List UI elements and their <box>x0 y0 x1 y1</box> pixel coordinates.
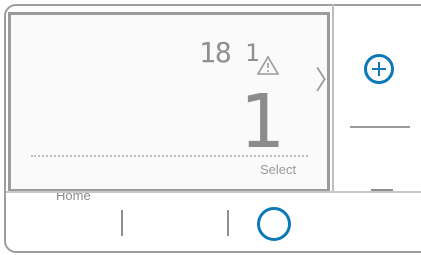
main-digit-display: 1 <box>239 79 284 165</box>
vertical-divider <box>332 4 334 192</box>
circle-icon[interactable] <box>257 207 291 241</box>
warning-icon <box>257 55 279 75</box>
increase-button[interactable] <box>364 54 394 84</box>
bottom-button-middle[interactable] <box>227 210 229 236</box>
select-label: Select <box>260 162 297 177</box>
right-panel-divider <box>350 126 410 128</box>
chevron-right-icon[interactable]: 〉 <box>315 67 341 93</box>
small-digit-display: 18 <box>199 36 232 69</box>
horizontal-divider <box>6 191 421 193</box>
decrease-button[interactable] <box>371 189 393 191</box>
bottom-button-left[interactable] <box>121 210 123 236</box>
lcd-screen: 18 1 〉 1 Select Home <box>8 12 341 203</box>
dotted-divider <box>31 155 308 157</box>
